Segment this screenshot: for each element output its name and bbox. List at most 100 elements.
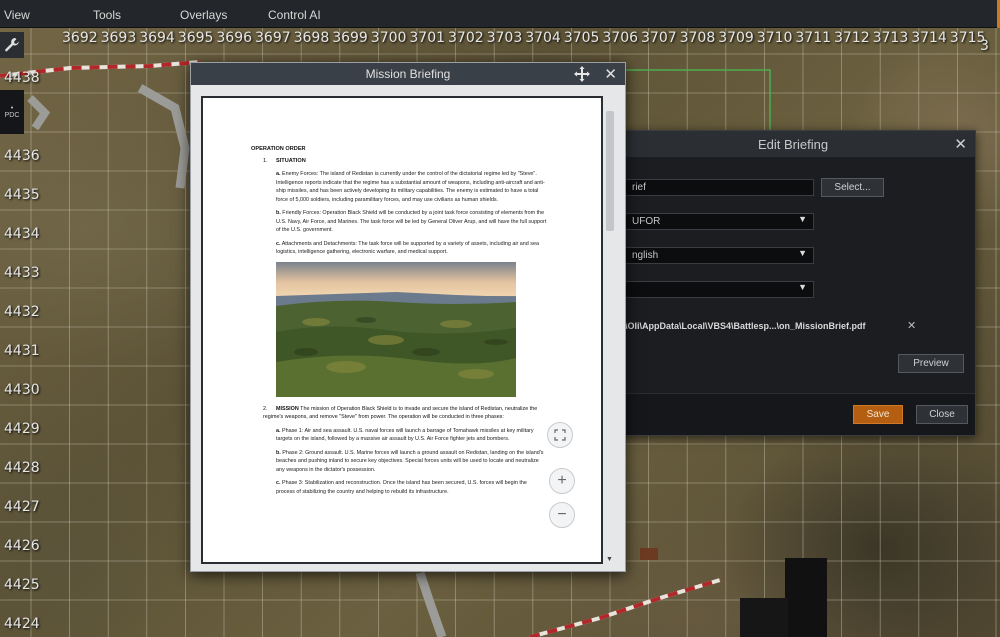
building (740, 598, 788, 637)
menu-control-ai[interactable]: Control AI (268, 8, 321, 22)
language-value: nglish (632, 250, 659, 261)
pdc-button[interactable]: • PDC (0, 90, 24, 134)
map-coord-x: 3701 (409, 30, 446, 46)
side-value: UFOR (632, 216, 661, 227)
edit-briefing-title: Edit Briefing (757, 136, 829, 152)
pdc-dot: • (10, 105, 14, 112)
para-label: b. (276, 449, 281, 456)
map-coord-y: 4436 (4, 148, 40, 164)
map-coord-y: 4434 (4, 226, 40, 242)
para-text: Friendly Forces: Operation Black Shield … (276, 210, 547, 233)
map-coord-x: 3706 (602, 30, 639, 46)
para-text: Attachments and Detachments: The task fo… (276, 240, 539, 256)
map-coord-x: 3711 (795, 30, 832, 46)
scroll-down-icon[interactable]: ▼ (606, 556, 613, 563)
zoom-out-button[interactable]: − (549, 502, 575, 528)
select-file-button[interactable]: Select... (821, 178, 884, 197)
section-text: The mission of Operation Black Shield is… (263, 405, 538, 421)
pdf-viewer[interactable]: OPERATION ORDER 1. SITUATION a. Enemy For… (201, 96, 603, 564)
map-coord-y: 4428 (4, 460, 40, 476)
type-dropdown[interactable]: ▼ (625, 281, 814, 298)
doc-paragraph-phase1: a. Phase 1: Air and sea assault. U.S. na… (276, 427, 547, 444)
map-coord-y: 4426 (4, 538, 40, 554)
pdf-scrollbar[interactable]: ▼ (605, 103, 615, 563)
menu-bar: View Tools Overlays Control AI (0, 0, 1000, 28)
para-text: Phase 3: Stabilization and reconstructio… (276, 480, 527, 495)
para-label: c. (276, 480, 281, 486)
map-coord-x: 3709 (718, 30, 754, 46)
save-button[interactable]: Save (853, 405, 903, 424)
section-title: SITUATION (276, 158, 306, 164)
map-coord-y: 4435 (4, 187, 40, 203)
doc-heading: OPERATION ORDER (251, 146, 306, 152)
mission-briefing-dialog: Mission Briefing ✕ OPERATION ORDER 1. SIT… (190, 62, 626, 572)
edit-briefing-dialog: Edit Briefing ✕ rief Select... UFOR ▼ ng… (610, 130, 976, 436)
para-text: Enemy Forces: The island of Redistan is … (276, 171, 545, 203)
map-coord-x: 3699 (332, 30, 368, 46)
remove-file-icon[interactable]: ✕ (907, 319, 916, 332)
edit-briefing-titlebar[interactable]: Edit Briefing ✕ (611, 131, 975, 157)
map-coord-x: 3707 (641, 30, 677, 46)
map-coord-x: 3696 (216, 30, 253, 46)
map-coord-x: 3702 (448, 30, 484, 46)
doc-paragraph-friendly: b. Friendly Forces: Operation Black Shie… (276, 209, 547, 235)
para-label: a. (276, 171, 281, 177)
doc-paragraph-attachments: c. Attachments and Detachments: The task… (276, 240, 547, 257)
doc-paragraph-phase2: b. Phase 2: Ground assault. U.S. Marine … (276, 449, 547, 475)
map-coord-x: 3713 (872, 30, 909, 46)
doc-section-situation: 1. SITUATION (263, 158, 547, 164)
map-coord-x: 3692 (62, 30, 98, 46)
chevron-down-icon: ▼ (798, 214, 807, 224)
map-coord-x: 3710 (756, 30, 793, 46)
map-coord-y: 4438 (4, 70, 40, 86)
map-coord-x: 3694 (139, 30, 175, 46)
section-title: MISSION (276, 405, 299, 412)
para-label: c. (276, 240, 281, 247)
para-text: Phase 2: Ground assault. U.S. Marine for… (276, 449, 544, 473)
brief-name-field[interactable]: rief (625, 179, 814, 196)
doc-paragraph-phase3: c. Phase 3: Stabilization and reconstruc… (276, 479, 547, 496)
map-coord-x: 3700 (370, 30, 407, 46)
building (785, 558, 827, 637)
map-coord-y: 4431 (4, 343, 40, 359)
side-dropdown[interactable]: UFOR ▼ (625, 213, 814, 230)
move-icon[interactable] (574, 66, 590, 87)
menu-overlays[interactable]: Overlays (180, 8, 227, 22)
map-coord-y: 4427 (4, 499, 40, 515)
wrench-icon[interactable] (0, 32, 24, 58)
map-coord-x: 3704 (525, 30, 561, 46)
brief-name-value: rief (632, 182, 646, 193)
close-icon[interactable]: ✕ (954, 135, 967, 153)
para-label: b. (276, 210, 281, 216)
close-icon[interactable]: ✕ (604, 65, 617, 83)
map-coord-x: 3712 (834, 30, 870, 46)
doc-paragraph-enemy: a. Enemy Forces: The island of Redistan … (276, 170, 547, 204)
map-coord-x: 3714 (911, 30, 947, 46)
chevron-down-icon: ▼ (798, 282, 807, 292)
road-gray (27, 95, 51, 131)
map-coord-corner: 3 (980, 38, 989, 54)
pdc-label: PDC (4, 112, 20, 119)
pdf-page: OPERATION ORDER 1. SITUATION a. Enemy For… (203, 98, 601, 562)
menu-view[interactable]: View (4, 8, 30, 22)
map-coord-y: 4425 (4, 577, 40, 593)
fit-screen-icon[interactable] (547, 422, 573, 448)
map-coord-x: 3703 (486, 30, 523, 46)
map-coord-x: 3708 (679, 30, 716, 46)
map-coord-x: 3698 (293, 30, 330, 46)
language-dropdown[interactable]: nglish ▼ (625, 247, 814, 264)
close-button[interactable]: Close (916, 405, 968, 424)
section-number: 2. (263, 405, 268, 412)
scrollbar-thumb[interactable] (606, 111, 614, 231)
menu-tools[interactable]: Tools (93, 8, 121, 22)
zoom-in-button[interactable]: + (549, 468, 575, 494)
para-label: a. (276, 427, 281, 434)
mission-briefing-titlebar[interactable]: Mission Briefing ✕ (191, 63, 625, 85)
preview-button[interactable]: Preview (898, 354, 964, 373)
building (640, 548, 658, 560)
para-text: Phase 1: Air and sea assault. U.S. naval… (276, 427, 534, 443)
map-coord-y: 4429 (4, 421, 40, 437)
map-coord-x: 3697 (255, 30, 291, 46)
map-coord-x: 3705 (563, 30, 600, 46)
map-coord-x: 3695 (177, 30, 214, 46)
